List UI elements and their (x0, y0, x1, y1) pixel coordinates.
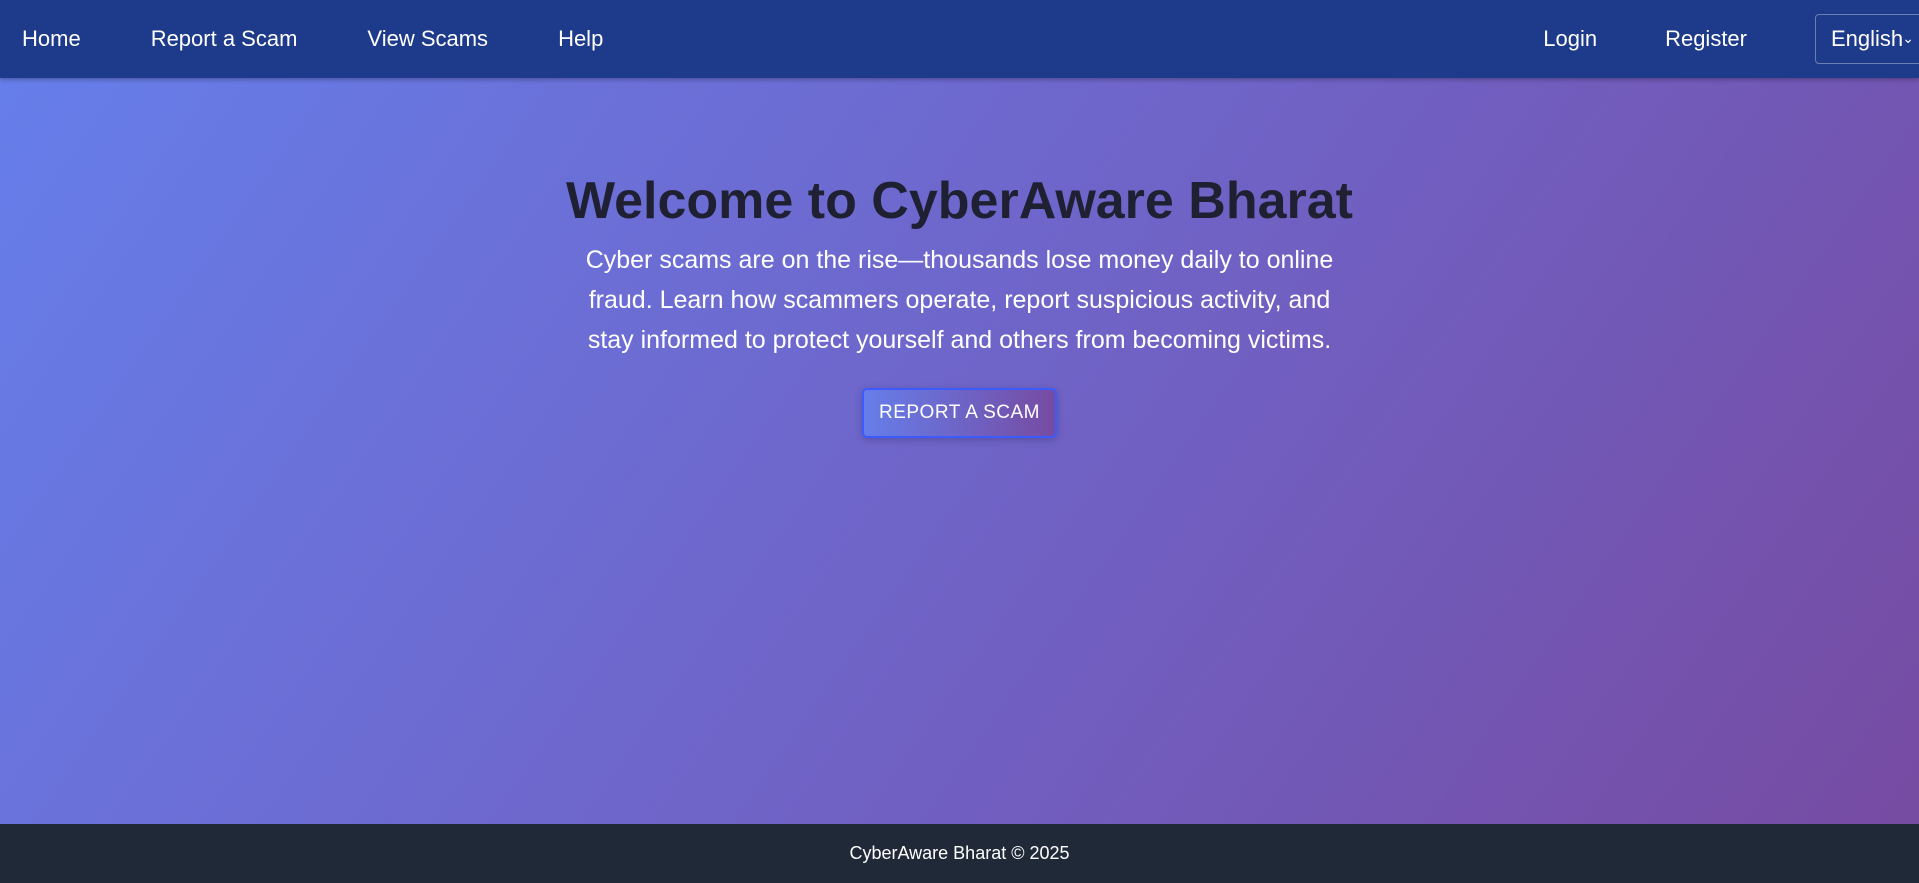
nav-link-report-scam[interactable]: Report a Scam (151, 26, 298, 52)
footer-copyright: CyberAware Bharat © 2025 (849, 843, 1070, 863)
hero-title: Welcome to CyberAware Bharat (565, 172, 1353, 230)
hero-section: Welcome to CyberAware Bharat Cyber scams… (0, 78, 1919, 824)
hero-description: Cyber scams are on the rise—thousands lo… (585, 246, 1334, 355)
language-select[interactable]: English ⌄ (1815, 14, 1919, 64)
nav-left-links: Home Report a Scam View Scams Help (22, 0, 673, 78)
nav-link-register[interactable]: Register (1665, 26, 1747, 52)
hero-content: Welcome to CyberAware Bharat Cyber scams… (0, 170, 1919, 439)
nav-link-home[interactable]: Home (22, 26, 81, 52)
language-select-value: English (1831, 26, 1904, 51)
report-scam-button[interactable]: REPORT A SCAM (861, 388, 1057, 439)
nav-link-help[interactable]: Help (558, 26, 603, 52)
chevron-down-icon: ⌄ (1902, 30, 1914, 46)
nav-link-view-scams[interactable]: View Scams (367, 26, 488, 52)
footer: CyberAware Bharat © 2025 (0, 824, 1919, 883)
top-navbar: Home Report a Scam View Scams Help Login… (0, 0, 1919, 78)
nav-right-links: Login Register English ⌄ (1543, 0, 1919, 78)
nav-link-login[interactable]: Login (1543, 26, 1597, 52)
